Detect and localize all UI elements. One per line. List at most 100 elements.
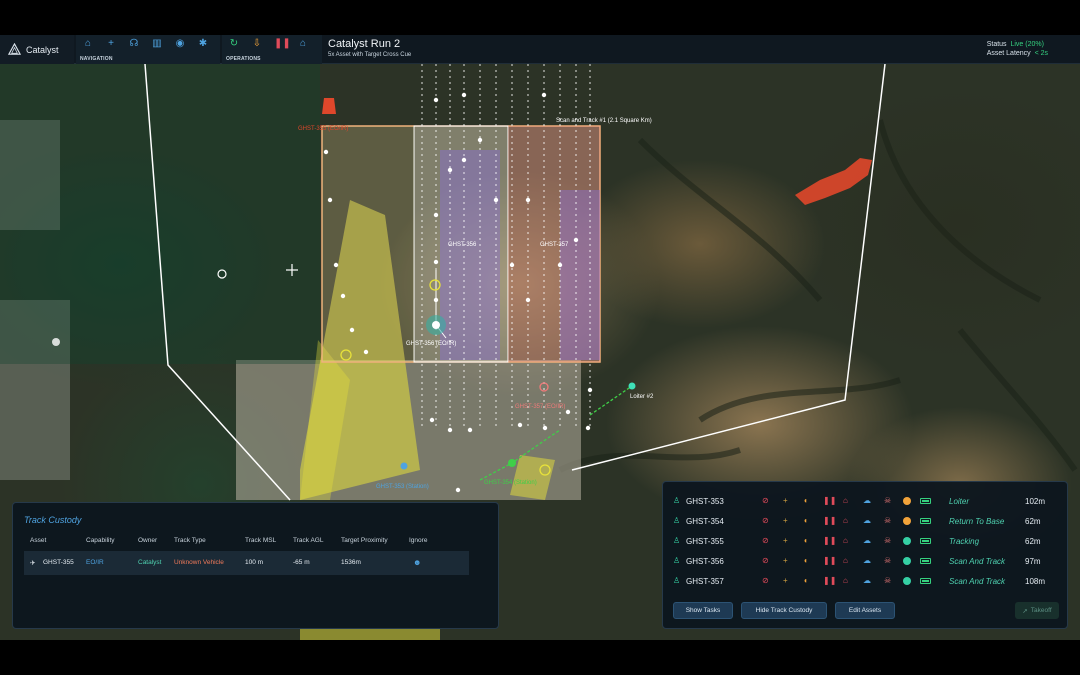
pause-icon[interactable]: ❚❚: [823, 517, 836, 525]
shield-icon[interactable]: ◖: [803, 517, 808, 525]
eye-off-icon[interactable]: ⊘: [762, 517, 769, 525]
home-icon[interactable]: ⌂: [843, 497, 848, 505]
show-tasks-button[interactable]: Show Tasks: [673, 602, 733, 619]
home-icon[interactable]: ⌂: [82, 39, 94, 49]
label-ghst354-station: GHST-354 (Station): [484, 480, 537, 486]
pause-icon[interactable]: ❚❚: [823, 557, 836, 565]
asset-altitude: 108m: [1025, 577, 1046, 586]
headset-icon[interactable]: ☊: [128, 39, 140, 49]
asset-task: Loiter: [949, 497, 970, 506]
brand[interactable]: Catalyst: [0, 35, 74, 64]
col-track-type: Track Type: [174, 537, 206, 544]
home-icon[interactable]: ⌂: [843, 577, 848, 585]
label-ghst356-eoir: GHST-356 (EO/IR): [406, 341, 456, 347]
cloud-upload-icon[interactable]: ☁: [863, 577, 871, 585]
eye-off-icon[interactable]: ⊘: [762, 577, 769, 585]
ignore-user-icon[interactable]: ☻: [413, 558, 421, 567]
land-icon[interactable]: ⇩: [251, 39, 263, 49]
shield-icon[interactable]: ◖: [803, 577, 808, 585]
label-ghst357-eoir: GHST-357 (EO/IR): [515, 404, 565, 410]
table-row[interactable]: ✈ GHST-355 EO/IR Catalyst Unknown Vehicl…: [24, 551, 469, 575]
status-dot: [903, 537, 911, 545]
asset-icon: ♙: [673, 536, 681, 545]
shield-icon[interactable]: ◖: [803, 557, 808, 565]
edit-assets-button[interactable]: Edit Assets: [835, 602, 895, 619]
status-dot: [903, 517, 911, 525]
add-icon[interactable]: +: [783, 557, 788, 565]
eye-off-icon[interactable]: ⊘: [762, 537, 769, 545]
pause-icon[interactable]: ❚❚: [274, 39, 291, 49]
pause-icon[interactable]: ❚❚: [823, 537, 836, 545]
add-icon[interactable]: +: [783, 577, 788, 585]
cloud-upload-icon[interactable]: ☁: [863, 517, 871, 525]
skull-icon[interactable]: ☠: [884, 497, 891, 505]
skull-icon[interactable]: ☠: [884, 557, 891, 565]
asset-task: Scan And Track: [949, 577, 1006, 586]
cloud-upload-icon[interactable]: ☁: [863, 497, 871, 505]
letterbox-top: [0, 0, 1080, 35]
takeoff-button[interactable]: ➚ Takeoff: [1015, 602, 1059, 619]
add-icon[interactable]: +: [783, 497, 788, 505]
asset-icon: ♙: [673, 556, 681, 565]
latency-value: < 2s: [1034, 50, 1048, 57]
status-dot: [903, 557, 911, 565]
home-icon[interactable]: ⌂: [843, 517, 848, 525]
status-label: Status: [986, 41, 1007, 48]
asset-name: GHST-353: [686, 497, 724, 506]
plus-icon[interactable]: +: [105, 39, 117, 49]
shield-icon[interactable]: ◖: [803, 537, 808, 545]
eye-off-icon[interactable]: ⊘: [762, 557, 769, 565]
eye-off-icon[interactable]: ⊘: [762, 497, 769, 505]
cloud-upload-icon[interactable]: ☁: [863, 557, 871, 565]
operations-label: OPERATIONS: [226, 56, 261, 62]
asset-row[interactable]: ♙ GHST-356 ⊘ + ◖ ❚❚ ⌂ ☁ ☠ Scan And Track…: [663, 551, 1069, 571]
cell-track-type: Unknown Vehicle: [174, 559, 224, 566]
top-bar: Catalyst ⌂ + ☊ ▥ ◉ ✱ NAVIGATION ↻ ⇩ ❚❚ ⌂…: [0, 35, 1080, 64]
cell-target-proximity: 1536m: [341, 559, 361, 566]
refresh-icon[interactable]: ↻: [228, 39, 240, 49]
cell-owner: Catalyst: [138, 559, 162, 566]
asset-row[interactable]: ♙ GHST-354 ⊘ + ◖ ❚❚ ⌂ ☁ ☠ Return To Base…: [663, 511, 1069, 531]
home-icon[interactable]: ⌂: [843, 537, 848, 545]
col-track-agl: Track AGL: [293, 537, 324, 544]
catalyst-logo-icon: [8, 43, 21, 55]
asset-icon: ♙: [673, 496, 681, 505]
skull-icon[interactable]: ☠: [884, 577, 891, 585]
asset-name: GHST-354: [686, 517, 724, 526]
asset-row[interactable]: ♙ GHST-355 ⊘ + ◖ ❚❚ ⌂ ☁ ☠ Tracking 62m: [663, 531, 1069, 551]
shield-icon[interactable]: ◖: [803, 497, 808, 505]
hide-track-custody-button[interactable]: Hide Track Custody: [741, 602, 827, 619]
track-custody-panel: Track Custody Asset Capability Owner Tra…: [12, 502, 499, 629]
asset-altitude: 62m: [1025, 517, 1041, 526]
cloud-upload-icon[interactable]: ☁: [863, 537, 871, 545]
lane-356: [440, 150, 500, 360]
asset-icon: ♙: [673, 576, 681, 585]
gear-icon[interactable]: ✱: [197, 39, 209, 49]
chart-icon[interactable]: ▥: [151, 39, 163, 49]
home-icon[interactable]: ⌂: [843, 557, 848, 565]
geofence-right: [571, 64, 886, 471]
add-icon[interactable]: +: [783, 517, 788, 525]
asset-row[interactable]: ♙ GHST-357 ⊘ + ◖ ❚❚ ⌂ ☁ ☠ Scan And Track…: [663, 571, 1069, 591]
skull-icon[interactable]: ☠: [884, 537, 891, 545]
asset-icon: ♙: [673, 516, 681, 525]
asset-name: GHST-357: [686, 577, 724, 586]
assets-panel: ♙ GHST-353 ⊘ + ◖ ❚❚ ⌂ ☁ ☠ Loiter 102m ♙ …: [662, 481, 1068, 629]
eye-icon[interactable]: ◉: [174, 39, 186, 49]
return-home-icon[interactable]: ⌂: [297, 39, 309, 49]
asset-name: GHST-356: [686, 557, 724, 566]
col-asset: Asset: [30, 537, 47, 544]
asset-row[interactable]: ♙ GHST-353 ⊘ + ◖ ❚❚ ⌂ ☁ ☠ Loiter 102m: [663, 491, 1069, 511]
add-icon[interactable]: +: [783, 537, 788, 545]
takeoff-label: Takeoff: [1030, 607, 1052, 614]
col-owner: Owner: [138, 537, 158, 544]
pause-icon[interactable]: ❚❚: [823, 577, 836, 585]
col-capability: Capability: [86, 537, 115, 544]
pause-icon[interactable]: ❚❚: [823, 497, 836, 505]
skull-icon[interactable]: ☠: [884, 517, 891, 525]
status-block: Status Live (20%) Asset Latency < 2s: [987, 40, 1048, 58]
label-ghst357: GHST-357: [540, 242, 569, 248]
track-custody-title: Track Custody: [24, 515, 82, 525]
cell-asset: GHST-355: [43, 559, 74, 566]
col-target-proximity: Target Proximity: [341, 537, 388, 544]
